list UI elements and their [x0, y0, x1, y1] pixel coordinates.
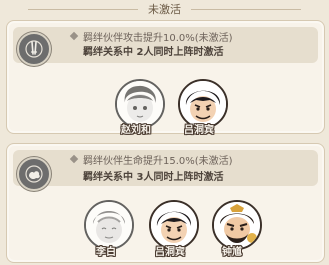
sword-emblem-icon — [17, 32, 51, 66]
partner-name-5: 钟馗 — [222, 247, 242, 258]
cloud-emblem-icon — [17, 157, 51, 191]
bond-condition-text: 羁绊关系中 2人同时上阵时激活 — [83, 47, 224, 58]
section-title: 未激活 — [148, 3, 181, 16]
partner-name-2: 吕洞宾 — [184, 125, 214, 136]
bond-effect-text: 羁绊伙伴生命提升15.0%(未激活) — [83, 156, 233, 167]
partner-name-1: 赵刘和 — [121, 125, 151, 136]
bond-card-health: 羁绊伙伴生命提升15.0%(未激活) 羁绊关系中 3人同时上阵时激活 李白 吕洞… — [6, 143, 325, 263]
partner-name-3: 李白 — [96, 247, 116, 258]
bond-effect-text: 羁绊伙伴攻击提升10.0%(未激活) — [83, 33, 233, 44]
header-rule-right — [191, 8, 301, 10]
partner-name-4: 吕洞宾 — [155, 247, 185, 258]
section-header: 未激活 — [0, 0, 329, 18]
bond-card-attack: 羁绊伙伴攻击提升10.0%(未激活) 羁绊关系中 2人同时上阵时激活 赵刘和 吕… — [6, 20, 325, 136]
header-rule-left — [28, 8, 138, 10]
bond-condition-text: 羁绊关系中 3人同时上阵时激活 — [83, 172, 224, 183]
